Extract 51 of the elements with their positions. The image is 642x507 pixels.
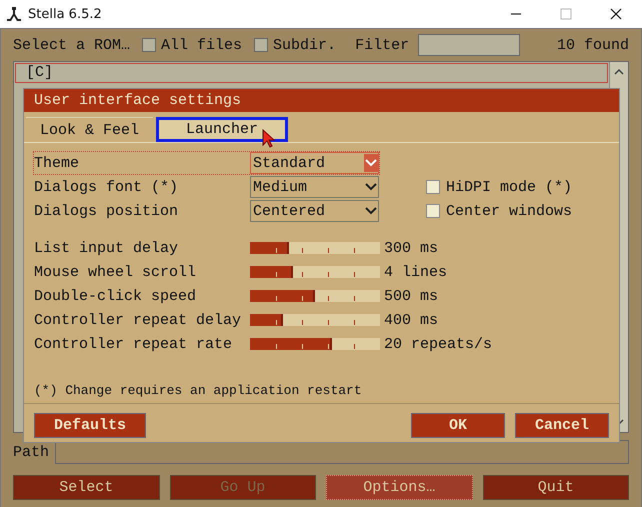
dropdown[interactable]: Standard — [250, 152, 379, 174]
slider-value: 300 ms — [384, 240, 438, 256]
slider-value: 20 repeats/s — [384, 336, 492, 352]
slider-label: List input delay — [34, 240, 180, 256]
cursor-icon — [262, 129, 276, 149]
slider[interactable] — [250, 314, 380, 326]
checkbox[interactable] — [254, 38, 268, 52]
setting-label: Dialogs position — [34, 202, 180, 220]
checkbox[interactable] — [142, 38, 156, 52]
scroll-up-icon[interactable] — [614, 68, 624, 76]
slider-label: Controller repeat delay — [34, 312, 242, 328]
slider-label: Mouse wheel scroll — [34, 264, 198, 280]
slider-label: Controller repeat rate — [34, 336, 234, 352]
dialog-title: User interface settings — [24, 89, 619, 112]
dropdown[interactable]: Centered — [250, 200, 379, 222]
slider-value: 500 ms — [384, 288, 438, 304]
dialog-button[interactable]: Cancel — [515, 413, 609, 438]
setting-label: Theme — [34, 154, 80, 172]
maximize-icon — [560, 8, 572, 20]
filter-field[interactable] — [418, 34, 520, 56]
launcher-button[interactable]: Select — [13, 475, 160, 500]
checkbox-label[interactable]: Center windows — [446, 202, 572, 220]
window-title: Stella 6.5.2 — [28, 6, 102, 22]
checkbox[interactable] — [426, 180, 440, 194]
checkbox-label[interactable]: All files — [161, 36, 242, 54]
slider-value: 400 ms — [384, 312, 438, 328]
tab[interactable]: Launcher — [156, 117, 288, 142]
checkbox-label[interactable]: HiDPI mode (*) — [446, 178, 572, 196]
checkbox-label[interactable]: Subdir. — [273, 36, 336, 54]
setting-label: Dialogs font (*) — [34, 178, 180, 196]
slider[interactable] — [250, 290, 380, 302]
dialog-button[interactable]: OK — [411, 413, 505, 438]
filter-label: Filter — [355, 36, 410, 54]
dropdown[interactable]: Medium — [250, 176, 379, 198]
heading: Select a ROM… — [13, 36, 130, 54]
checkbox[interactable] — [426, 204, 440, 218]
slider-value: 4 lines — [384, 264, 448, 280]
list-item[interactable]: [C] — [15, 63, 608, 83]
footnote: (*) Change requires an application restart — [34, 383, 363, 398]
launcher-button[interactable]: Options… — [326, 475, 472, 500]
found-count: 10 found — [556, 36, 629, 54]
slider-label: Double-click speed — [34, 288, 198, 304]
chevron-icon — [364, 154, 378, 172]
slider[interactable] — [250, 242, 380, 254]
close-icon[interactable] — [610, 8, 622, 20]
app-icon — [6, 6, 22, 22]
slider[interactable] — [250, 338, 380, 350]
dialog-button[interactable]: Defaults — [34, 413, 146, 438]
slider[interactable] — [250, 266, 380, 278]
launcher-button[interactable]: Quit — [482, 475, 629, 500]
path-label: Path — [13, 444, 50, 460]
